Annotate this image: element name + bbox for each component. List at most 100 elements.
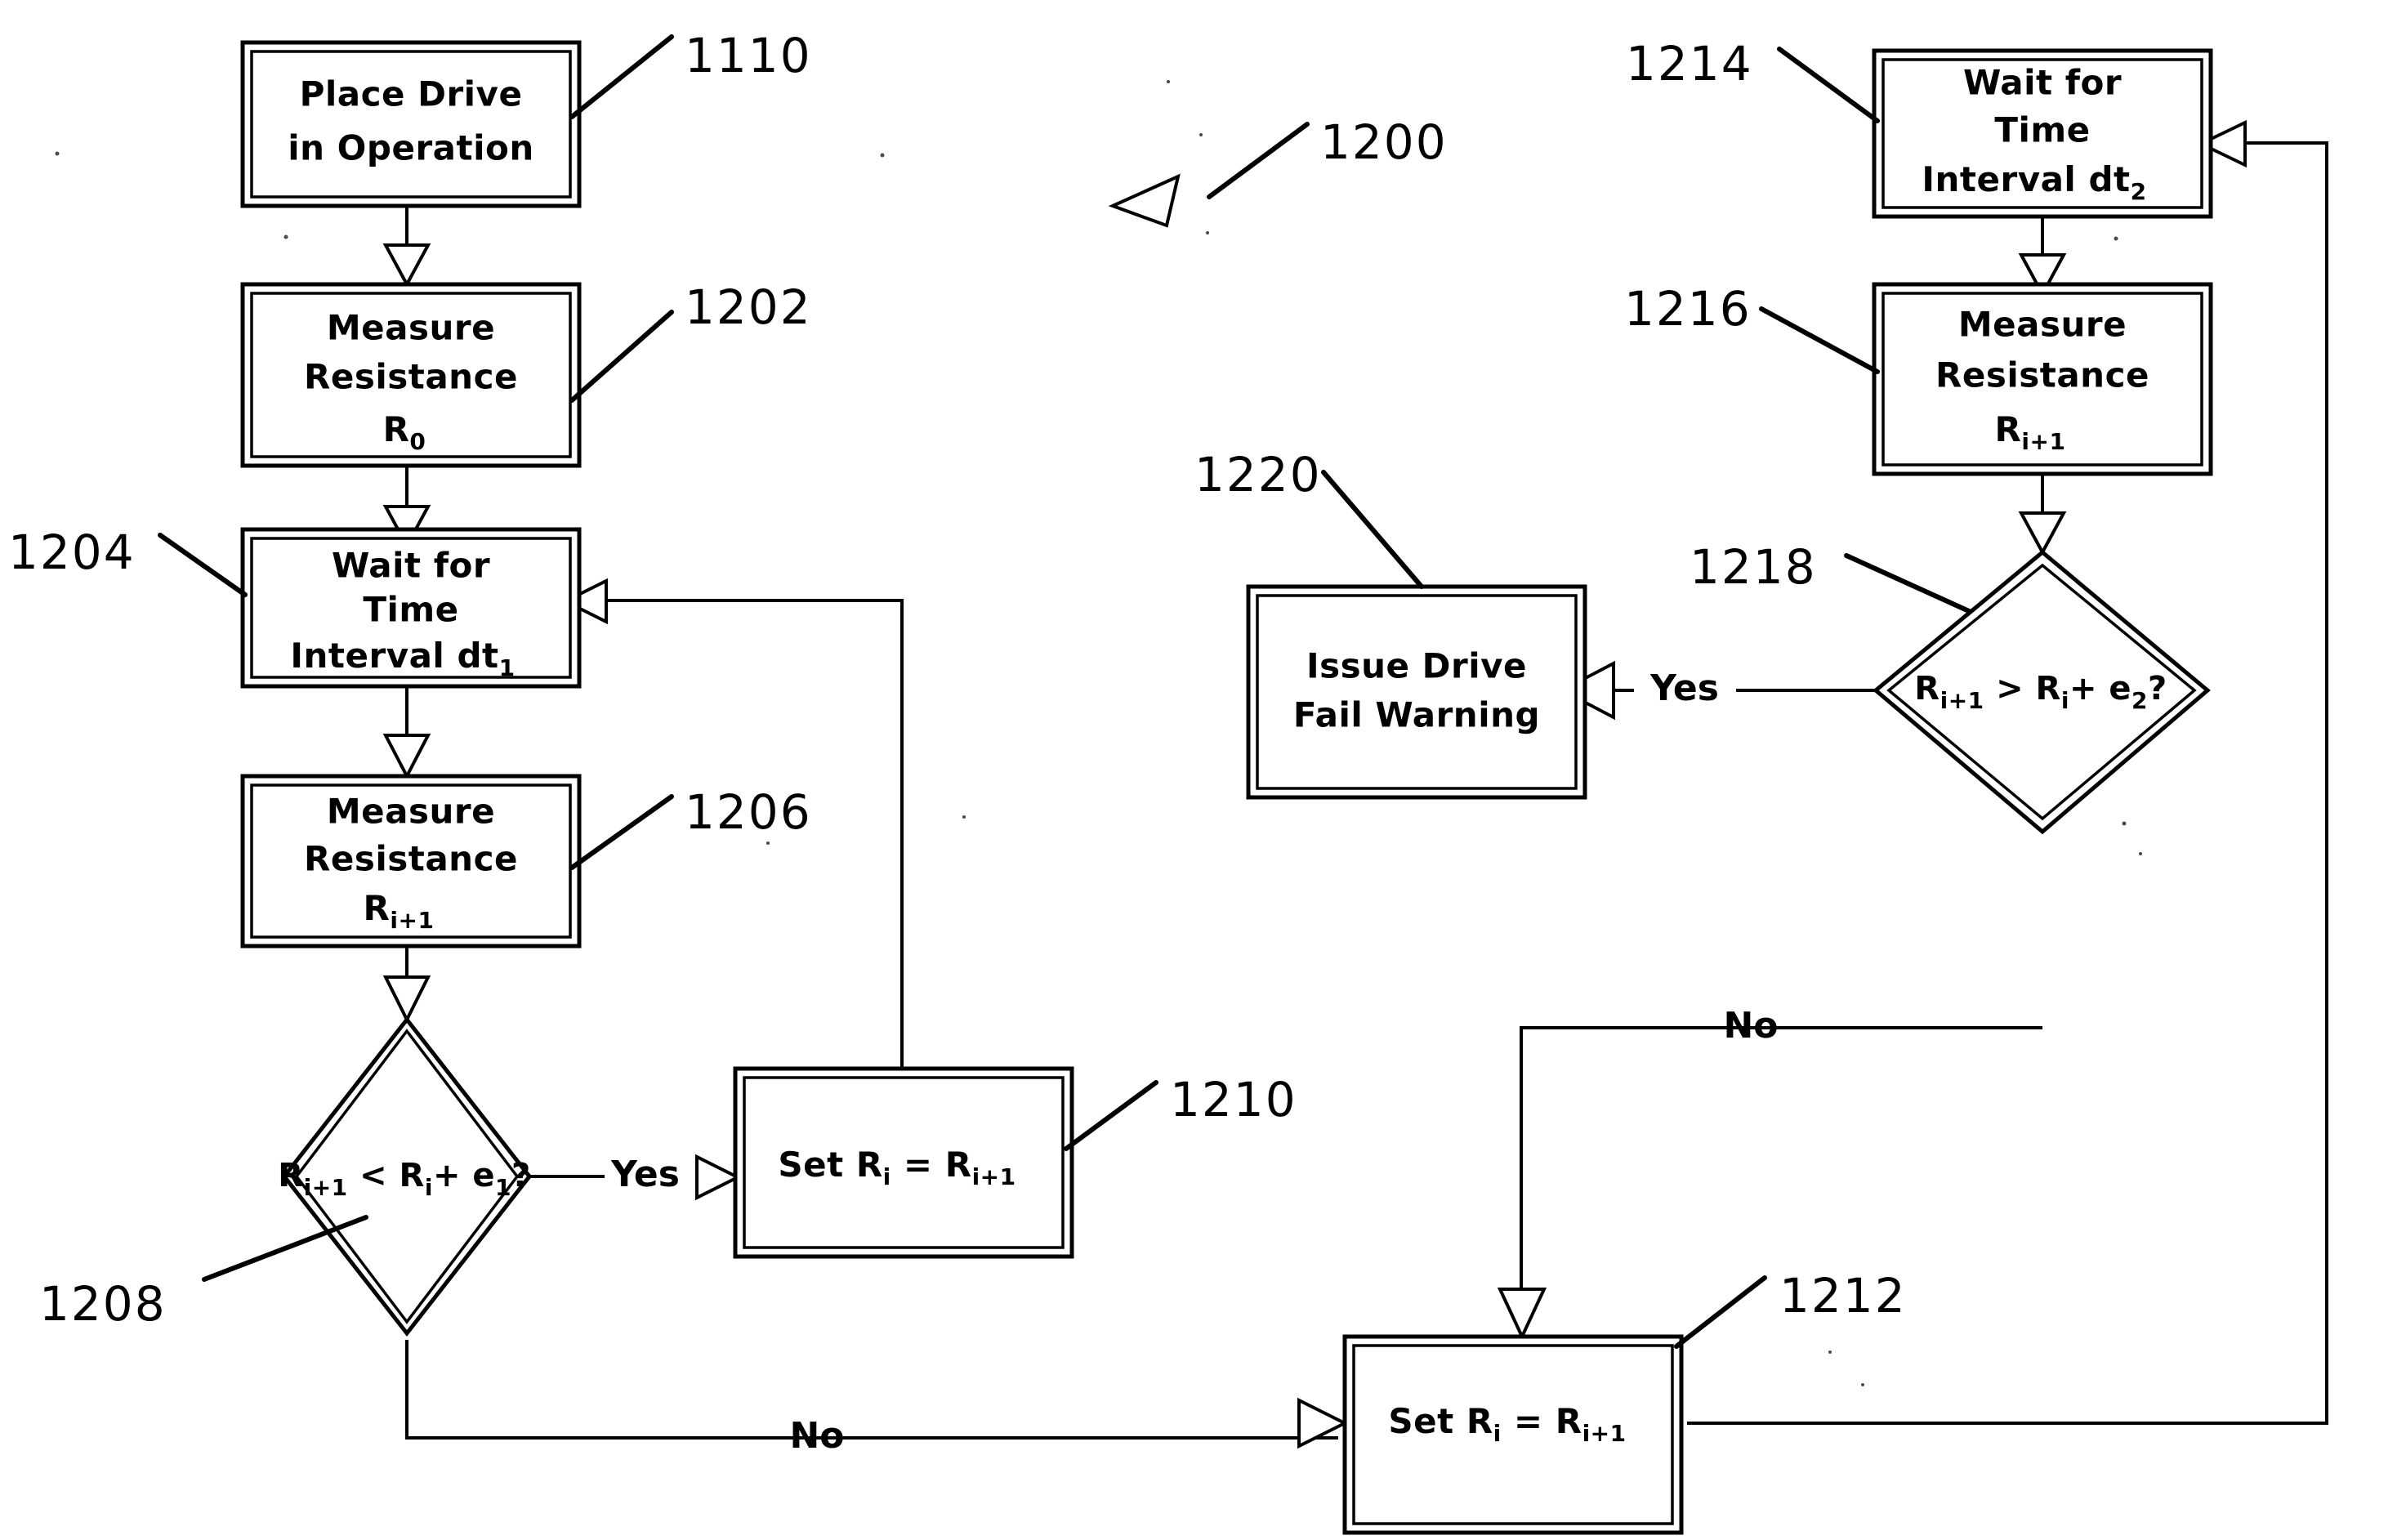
wire-1218-no-to-1212: [1520, 1026, 2042, 1303]
question-1218: ?: [2148, 670, 2167, 708]
node-label-1220-line2: Fail Warning: [1293, 695, 1540, 735]
arrowhead-into-1208: [382, 975, 431, 1024]
leader-1214: [1777, 47, 1880, 123]
speck-13: [1861, 1383, 1864, 1386]
node-label-1214-line2: Time: [1994, 110, 2090, 150]
interval-glyph-1214: Interval dt: [1922, 159, 2130, 199]
r-glyph-1202: R: [383, 409, 410, 449]
subscript-1204: 1: [499, 654, 516, 681]
ref-label-1210: 1210: [1170, 1072, 1297, 1127]
arrowhead-into-1206: [382, 734, 431, 780]
subscript-1206: i+1: [390, 907, 434, 934]
leader-1200: [1207, 122, 1310, 199]
ref-label-1204: 1204: [8, 524, 136, 580]
leader-1204: [158, 533, 248, 597]
node-measure-resistance-r0[interactable]: Measure Resistance R0: [240, 282, 582, 468]
set-prefix-1210: Set R: [778, 1145, 882, 1185]
arrowhead-into-1212-top: [1497, 1288, 1547, 1341]
subscript-1202: 0: [409, 428, 426, 455]
patent-figure-canvas: Place Drive in Operation Measure Resista…: [0, 0, 2406, 1540]
leader-1218: [1844, 553, 1971, 614]
node-label-1206-line1: Measure: [327, 792, 495, 832]
node-set-ri-right[interactable]: Set Ri = Ri+1: [1342, 1334, 1684, 1535]
arrowhead-figure-1200: [1108, 173, 1181, 228]
edge-label-yes-left: Yes: [610, 1154, 680, 1195]
speck-5: [1199, 133, 1203, 136]
node-set-ri-left[interactable]: Set Ri = Ri+1: [733, 1066, 1074, 1259]
subscript-1214: 2: [2131, 178, 2147, 205]
node-label-1220-line1: Issue Drive: [1306, 646, 1527, 686]
edge-label-yes-right: Yes: [1649, 667, 1719, 709]
speck-12: [1828, 1350, 1832, 1354]
node-label-1202-line1: Measure: [327, 308, 495, 348]
ref-label-1206: 1206: [685, 784, 812, 840]
arrowhead-into-1218: [2018, 511, 2067, 556]
subscript-1218b: i: [2061, 687, 2069, 714]
speck-11: [962, 815, 966, 819]
op-gt-1218: > R: [1984, 670, 2061, 708]
ref-label-1212: 1212: [1779, 1268, 1907, 1324]
ref-label-1214: 1214: [1626, 36, 1753, 92]
node-label-1216-line2: Resistance: [1935, 355, 2149, 395]
ref-label-1110: 1110: [685, 28, 812, 83]
node-label-1110-line2: in Operation: [288, 128, 533, 168]
flowchart-svg: Place Drive in Operation Measure Resista…: [8, 28, 2328, 1535]
interval-glyph-1204: Interval dt: [290, 636, 498, 676]
node-measure-resistance-ri1-left[interactable]: Measure Resistance Ri+1: [240, 774, 582, 949]
node-wait-interval-dt1[interactable]: Wait for Time Interval dt1: [240, 527, 582, 689]
node-label-1214-line3: Interval dt2: [1922, 159, 2146, 206]
speck-1: [55, 151, 60, 156]
node-label-1204-line3: Interval dt1: [290, 636, 515, 682]
subscript-1208b: i: [425, 1174, 433, 1201]
speck-9: [2139, 852, 2142, 855]
subscript-1208c: 1: [495, 1174, 511, 1201]
r-glyph-1218a: R: [1914, 670, 1940, 708]
set-eq-1210: = R: [891, 1145, 972, 1185]
leader-1206: [569, 794, 674, 870]
arrowhead-into-1202: [382, 243, 431, 288]
r-glyph-1206: R: [364, 888, 391, 928]
ref-label-1220: 1220: [1194, 447, 1322, 502]
node-place-drive-in-operation[interactable]: Place Drive in Operation: [240, 40, 582, 208]
speck-10: [766, 841, 770, 845]
subscript-1212b: i+1: [1582, 1420, 1627, 1447]
r-glyph-1208a: R: [278, 1157, 303, 1194]
op-lt-1208: < R: [348, 1157, 425, 1194]
wire-1208-no-to-1212: [405, 1340, 1338, 1440]
set-eq-1212: = R: [1502, 1401, 1582, 1441]
node-measure-resistance-ri1-right[interactable]: Measure Resistance Ri+1: [1872, 282, 2213, 476]
op-plus-e-1208: + e: [433, 1157, 495, 1194]
leader-1202: [569, 310, 674, 403]
set-prefix-1212: Set R: [1388, 1401, 1493, 1441]
speck-4: [1167, 80, 1170, 83]
subscript-1208a: i+1: [304, 1174, 348, 1201]
node-wait-interval-dt2[interactable]: Wait for Time Interval dt2: [1872, 48, 2213, 219]
ref-label-1216: 1216: [1624, 281, 1752, 337]
subscript-1218c: 2: [2131, 687, 2148, 714]
leader-1110: [569, 34, 674, 119]
node-decision-ri1-gt-ri-e2[interactable]: Ri+1 > Ri+ e2?: [1873, 549, 2211, 835]
edge-label-no-left: No: [789, 1415, 844, 1457]
subscript-1218a: i+1: [1940, 687, 1984, 714]
node-decision-ri1-lt-ri-e1[interactable]: Ri+1 < Ri+ e1?: [278, 1016, 533, 1337]
question-1208: ?: [511, 1157, 531, 1194]
ref-label-1200: 1200: [1320, 114, 1448, 170]
node-box-1220: [1246, 584, 1587, 800]
ref-label-1202: 1202: [685, 279, 812, 335]
op-plus-e-1218: + e: [2069, 670, 2131, 708]
node-label-1214-line1: Wait for: [1963, 63, 2122, 103]
node-label-1110-line1: Place Drive: [300, 74, 523, 114]
subscript-1212a: i: [1493, 1420, 1502, 1447]
node-issue-drive-fail-warning[interactable]: Issue Drive Fail Warning: [1246, 584, 1587, 800]
node-label-1216-line1: Measure: [1958, 305, 2127, 345]
leader-1212: [1674, 1275, 1767, 1349]
ref-label-1218: 1218: [1690, 539, 1817, 595]
r-glyph-1216: R: [1995, 409, 2022, 449]
node-label-1206-line2: Resistance: [304, 839, 518, 879]
subscript-1210a: i: [883, 1163, 891, 1190]
subscript-1216: i+1: [2021, 428, 2065, 455]
leader-1220: [1321, 470, 1424, 589]
speck-8: [2122, 821, 2127, 826]
speck-6: [1206, 231, 1209, 234]
node-label-1204-line2: Time: [363, 590, 458, 630]
